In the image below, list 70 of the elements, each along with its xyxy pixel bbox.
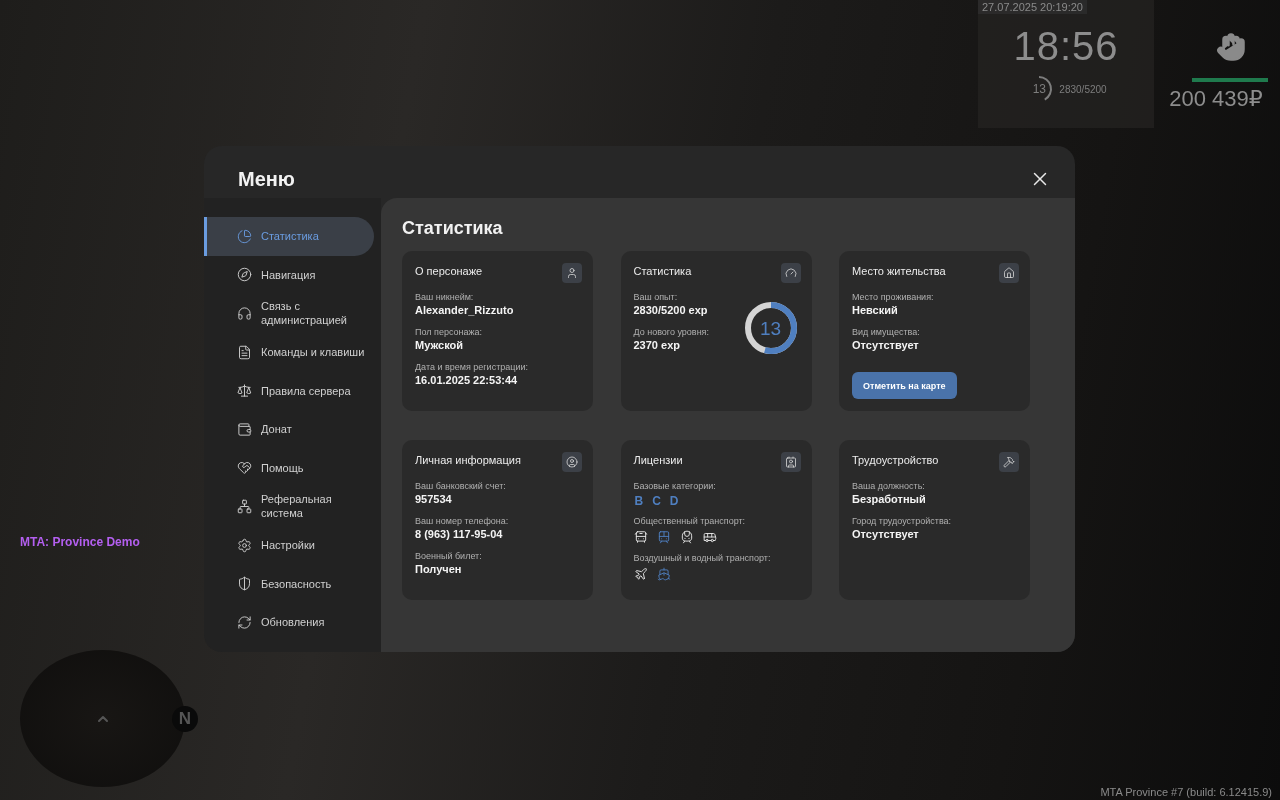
sidebar-item[interactable]: Реферальная система <box>204 487 374 526</box>
sidebar-item[interactable]: Связь с администрацией <box>204 294 374 333</box>
compass-icon <box>237 267 252 283</box>
wallet-icon <box>237 421 252 437</box>
license-category: B <box>634 494 644 508</box>
field-label: Воздушный и водный транспорт: <box>633 553 772 564</box>
card-title: Трудоустройство <box>852 454 939 466</box>
fist-icon <box>1216 32 1246 62</box>
level-number: 13 <box>759 318 782 338</box>
field-label: Базовые категории: <box>633 481 717 492</box>
field-value: 2830/5200 exp <box>633 303 709 318</box>
gear-icon <box>237 537 252 553</box>
date-time: 27.07.2025 20:19:20 <box>978 0 1087 14</box>
field-value: 2370 exp <box>633 338 681 353</box>
card-title: О персонаже <box>415 265 483 277</box>
field-value: Отсутствует <box>852 338 920 353</box>
sidebar-item[interactable]: Донат <box>204 409 374 449</box>
field-label: Место проживания: <box>852 292 935 303</box>
field-value: Alexander_Rizzuto <box>415 303 515 318</box>
card-title: Статистика <box>633 265 692 277</box>
sidebar-item[interactable]: Навигация <box>204 255 374 295</box>
field-value: Невский <box>852 303 899 318</box>
field-label: Военный билет: <box>415 551 483 562</box>
field-value: 957534 <box>415 492 453 507</box>
field-label: До нового уровня: <box>633 327 709 338</box>
field-value: Получен <box>415 562 463 577</box>
sidebar-item[interactable]: Безопасность <box>204 564 374 603</box>
experience-text: 2830/5200 <box>1059 83 1107 95</box>
shield-icon <box>237 576 252 592</box>
field-label: Ваш никнейм: <box>415 292 475 303</box>
sidebar-item[interactable]: Статистика <box>204 217 374 256</box>
refresh-icon <box>237 614 252 630</box>
level-number: 13 <box>1032 82 1047 96</box>
sidebar-item[interactable]: Команды и клавиши <box>204 332 374 372</box>
field-label: Ваш банковский счет: <box>415 481 507 492</box>
sidebar-item[interactable]: Обновления <box>204 602 374 642</box>
field-label: Дата и время регистрации: <box>415 362 529 373</box>
card-title: Личная информация <box>415 454 521 466</box>
field-value: 16.01.2025 22:53:44 <box>415 373 519 388</box>
field-value: Безработный <box>852 492 927 507</box>
field-value: Мужской <box>415 338 465 353</box>
field-label: Вид имущества: <box>852 327 921 338</box>
level-ring <box>742 300 799 356</box>
field-label: Общественный транспорт: <box>633 516 747 527</box>
headset-icon <box>237 306 252 321</box>
license-category: C <box>652 494 661 508</box>
field-label: Ваш опыт: <box>633 292 679 303</box>
field-label: Ваш номер телефона: <box>415 516 510 527</box>
menu-title: Меню <box>238 167 295 191</box>
page-title: Статистика <box>402 218 504 239</box>
card-title: Место жительства <box>852 265 946 277</box>
game-clock: 18:56 <box>1013 24 1119 69</box>
card-title: Лицензии <box>633 454 683 466</box>
build-info: MTA Province #7 (build: 6.12415.9) <box>1100 786 1272 798</box>
field-value: Отсутствует <box>852 527 920 542</box>
money-amount: 200 439₽ <box>1169 86 1263 112</box>
scales-icon <box>237 383 252 399</box>
document-icon <box>237 344 252 360</box>
stats-icon <box>237 228 252 244</box>
field-label: Ваша должность: <box>852 481 926 492</box>
sidebar-item[interactable]: Правила сервера <box>204 371 374 410</box>
field-value: 8 (963) 117-95-04 <box>415 527 504 542</box>
sidebar-item[interactable]: Настройки <box>204 525 374 565</box>
field-label: Город трудоустройства: <box>852 516 953 527</box>
server-label: MTA: Province Demo <box>20 535 140 549</box>
sidebar-item[interactable]: Помощь <box>204 448 374 488</box>
mark-on-map-button[interactable]: Отметить на карте <box>852 372 957 399</box>
network-icon <box>237 498 252 514</box>
license-category: D <box>669 494 679 508</box>
field-label: Пол персонажа: <box>415 327 484 338</box>
